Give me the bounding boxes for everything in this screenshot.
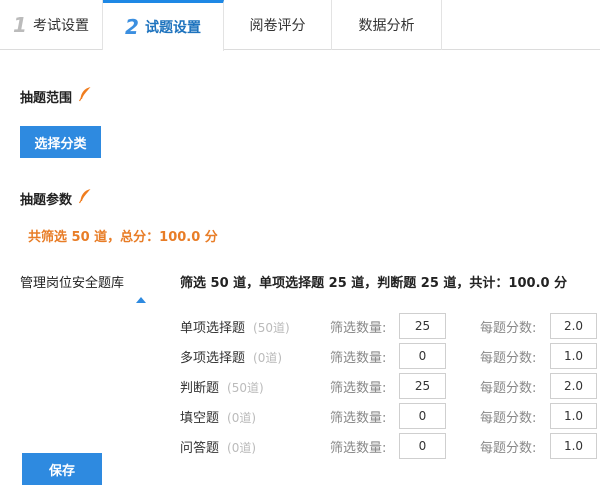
- question-type-row: 填空题(0道) 筛选数量: 每题分数:: [180, 402, 600, 430]
- filter-count-input[interactable]: [399, 433, 446, 459]
- filter-count-label: 筛选数量:: [330, 381, 387, 396]
- question-type-label: 单项选择题 (50道): [180, 321, 290, 336]
- question-type-label: 问答题 (0道): [180, 441, 257, 456]
- filter-count-input[interactable]: [399, 403, 446, 429]
- available-count: (50道): [227, 381, 264, 395]
- draw-params-heading: 抽题参数: [20, 188, 92, 208]
- feather-icon: [78, 86, 92, 106]
- tab-label: 考试设置: [32, 18, 89, 34]
- save-button[interactable]: 保存: [22, 453, 102, 485]
- question-type-label: 判断题 (50道): [180, 381, 264, 396]
- score-per-question-input[interactable]: [550, 433, 597, 459]
- filter-count-label: 筛选数量:: [330, 321, 387, 336]
- question-type-row: 判断题(50道) 筛选数量: 每题分数:: [180, 372, 600, 400]
- score-per-question-input[interactable]: [550, 373, 597, 399]
- question-type-row: 多项选择题(0道) 筛选数量: 每题分数:: [180, 342, 600, 370]
- question-bank-name[interactable]: 管理岗位安全题库: [20, 272, 124, 291]
- filter-count-label: 筛选数量:: [330, 411, 387, 426]
- score-per-question-label: 每题分数:: [480, 321, 537, 336]
- filter-count-label: 筛选数量:: [330, 351, 387, 366]
- available-count: (50道): [253, 321, 290, 335]
- score-per-question-label: 每题分数:: [480, 441, 537, 456]
- question-type-label: 多项选择题 (0道): [180, 351, 283, 366]
- caret-up-icon: [136, 297, 146, 303]
- score-per-question-label: 每题分数:: [480, 351, 537, 366]
- score-per-question-input[interactable]: [550, 313, 597, 339]
- available-count: (0道): [227, 441, 257, 455]
- tab-step-number: 2: [125, 15, 139, 39]
- question-type-row: 问答题(0道) 筛选数量: 每题分数:: [180, 432, 600, 460]
- tab-question-settings[interactable]: 2 试题设置: [103, 0, 224, 51]
- select-category-button[interactable]: 选择分类: [20, 126, 101, 158]
- tab-step-number: 1: [13, 13, 27, 37]
- tab-label: 数据分析: [358, 18, 415, 34]
- tab-label: 试题设置: [144, 20, 201, 36]
- draw-scope-title: 抽题范围: [20, 90, 73, 106]
- available-count: (0道): [253, 351, 283, 365]
- filter-count-input[interactable]: [399, 313, 446, 339]
- filter-count-label: 筛选数量:: [330, 441, 387, 456]
- score-per-question-input[interactable]: [550, 343, 597, 369]
- question-bank-summary: 筛选 50 道，单项选择题 25 道，判断题 25 道，共计：100.0 分: [180, 276, 568, 291]
- tab-data-analysis[interactable]: 数据分析: [332, 0, 442, 50]
- filter-count-input[interactable]: [399, 343, 446, 369]
- draw-params-summary: 共筛选 50 道，总分：100.0 分: [28, 230, 218, 245]
- tab-exam-settings[interactable]: 1 考试设置: [0, 0, 103, 50]
- tab-grading[interactable]: 阅卷评分: [224, 0, 332, 50]
- filter-count-input[interactable]: [399, 373, 446, 399]
- tab-label: 阅卷评分: [249, 18, 306, 34]
- score-per-question-input[interactable]: [550, 403, 597, 429]
- available-count: (0道): [227, 411, 257, 425]
- score-per-question-label: 每题分数:: [480, 381, 537, 396]
- feather-icon: [78, 188, 92, 208]
- question-type-row: 单项选择题(50道) 筛选数量: 每题分数:: [180, 312, 600, 340]
- draw-scope-heading: 抽题范围: [20, 86, 92, 106]
- tab-bar: 1 考试设置 2 试题设置 阅卷评分 数据分析: [0, 0, 600, 51]
- draw-params-title: 抽题参数: [20, 192, 73, 208]
- score-per-question-label: 每题分数:: [480, 411, 537, 426]
- question-type-label: 填空题 (0道): [180, 411, 257, 426]
